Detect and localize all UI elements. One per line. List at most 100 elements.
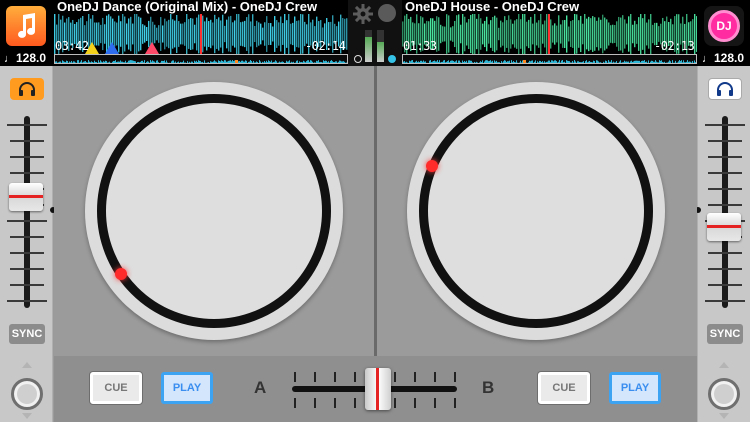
pitch-scale-tick (7, 124, 47, 126)
cue-point-marker (145, 42, 159, 54)
crossfader-scale-tick (394, 398, 396, 408)
pitch-scale-tick (708, 284, 742, 286)
deck-b-area (377, 66, 697, 356)
deck-b-nav-knob[interactable] (708, 378, 740, 410)
crossfader-scale-tick (354, 398, 356, 408)
pitch-scale-tick (7, 300, 47, 302)
crossfader-scale-tick (334, 398, 336, 408)
crossfader-scale-tick (454, 372, 456, 382)
deck-a-nav-down-arrow[interactable] (22, 413, 32, 419)
deck-b-waveform[interactable] (402, 14, 697, 54)
deck-a-headphone-button[interactable] (10, 78, 44, 100)
crossfader-scale-tick (394, 372, 396, 382)
crossfader-scale-tick (334, 372, 336, 382)
playhead-marker (548, 14, 550, 54)
bpm-note-icon: ♩ (4, 53, 15, 65)
music-library-button[interactable] (6, 6, 46, 46)
pitch-scale-tick (7, 220, 47, 222)
deck-a-waveform[interactable] (54, 14, 348, 54)
crossfader-label-b: B (482, 378, 495, 397)
deck-a-elapsed-time: 03:42 (55, 39, 89, 53)
deck-b-bpm: ♩128.0 (702, 51, 745, 65)
deck-a-nav-knob[interactable] (11, 378, 43, 410)
vu-meter-right (377, 30, 384, 62)
pitch-scale-tick (705, 300, 745, 302)
pitch-scale-tick (708, 252, 742, 254)
pitch-scale-tick (708, 172, 742, 174)
deck-a-jog-wheel[interactable] (85, 82, 343, 340)
dj-logo: DJ (708, 10, 740, 42)
pitch-scale-tick (708, 188, 742, 190)
deck-a-bpm: ♩128.0 (4, 51, 47, 65)
deck-b-nav-down-arrow[interactable] (719, 413, 729, 419)
crossfader-scale-tick (294, 398, 296, 408)
crossfader-scale-tick (314, 372, 316, 382)
deck-b-side-panel: SYNC (695, 66, 750, 422)
crossfader-scale-tick (414, 398, 416, 408)
deck-b-track-overview[interactable] (402, 54, 697, 64)
deck-b-cue-button[interactable]: CUE (538, 372, 590, 404)
deck-b-track-title: OneDJ House - OneDJ Crew (405, 0, 580, 14)
deck-a-side-panel: SYNC (0, 66, 56, 422)
deck-a-jog-ring (97, 94, 331, 328)
deck-a-pitch-track (24, 116, 30, 308)
pitch-scale-tick (10, 140, 44, 142)
pitch-scale-tick (10, 252, 44, 254)
vu-meter-left (365, 30, 372, 62)
pitch-scale-tick (708, 204, 742, 206)
crossfader-scale-tick (414, 372, 416, 382)
deck-a-track-overview[interactable] (54, 54, 348, 64)
pitch-scale-tick (10, 268, 44, 270)
master-controls (348, 0, 402, 66)
mixer-bar: CUE PLAY A B CUE PLAY (54, 356, 697, 422)
top-bar: OneDJ Dance (Original Mix) - OneDJ Crew … (0, 0, 750, 66)
deck-a-cue-button[interactable]: CUE (90, 372, 142, 404)
deck-b-pitch-track (722, 116, 728, 308)
gear-icon[interactable] (353, 4, 373, 24)
dj-menu-button[interactable]: DJ (704, 6, 744, 46)
deck-b-remaining-time: -02:13 (654, 39, 695, 53)
record-button[interactable] (378, 4, 396, 22)
overview-position-marker (523, 60, 526, 63)
deck-a-indicator-dot (354, 55, 362, 63)
pitch-scale-tick (708, 268, 742, 270)
deck-a-remaining-time: -02:14 (305, 39, 346, 53)
deck-b-play-button[interactable]: PLAY (609, 372, 661, 404)
deck-b-elapsed-time: 01:33 (403, 39, 437, 53)
crossfader-scale-tick (314, 398, 316, 408)
pitch-scale-tick (708, 140, 742, 142)
deck-a-play-button[interactable]: PLAY (161, 372, 213, 404)
crossfader-scale-tick (434, 398, 436, 408)
pitch-scale-tick (10, 236, 44, 238)
bpm-note-icon: ♩ (702, 53, 713, 65)
deck-a-position-marker (115, 268, 127, 280)
pitch-scale-tick (10, 156, 44, 158)
deck-a-nav-up-arrow[interactable] (22, 362, 32, 368)
music-note-icon (18, 13, 36, 38)
headphones-icon (19, 82, 35, 96)
deck-b-sync-button[interactable]: SYNC (707, 324, 743, 344)
deck-a-pitch-slider[interactable] (9, 182, 43, 211)
overview-position-marker (235, 60, 238, 63)
deck-b-headphone-button[interactable] (708, 78, 742, 100)
pitch-scale-tick (10, 284, 44, 286)
pitch-scale-tick (705, 124, 745, 126)
deck-b-jog-wheel[interactable] (407, 82, 665, 340)
crossfader-scale-tick (454, 398, 456, 408)
deck-b-indicator-dot (388, 55, 396, 63)
crossfader-label-a: A (254, 378, 267, 397)
crossfader-handle[interactable] (364, 368, 391, 410)
deck-a-sync-button[interactable]: SYNC (9, 324, 45, 344)
deck-b-position-marker (426, 160, 438, 172)
deck-b-pitch-slider[interactable] (707, 213, 741, 242)
playhead-marker (200, 14, 202, 54)
deck-a-area (54, 66, 374, 356)
deck-b-nav-up-arrow[interactable] (719, 362, 729, 368)
headphones-icon (717, 82, 733, 96)
deck-b-jog-ring (419, 94, 653, 328)
pitch-scale-tick (10, 172, 44, 174)
crossfader-scale-tick (354, 372, 356, 382)
deck-a-track-title: OneDJ Dance (Original Mix) - OneDJ Crew (57, 0, 318, 14)
pitch-scale-tick (708, 156, 742, 158)
crossfader-scale-tick (434, 372, 436, 382)
